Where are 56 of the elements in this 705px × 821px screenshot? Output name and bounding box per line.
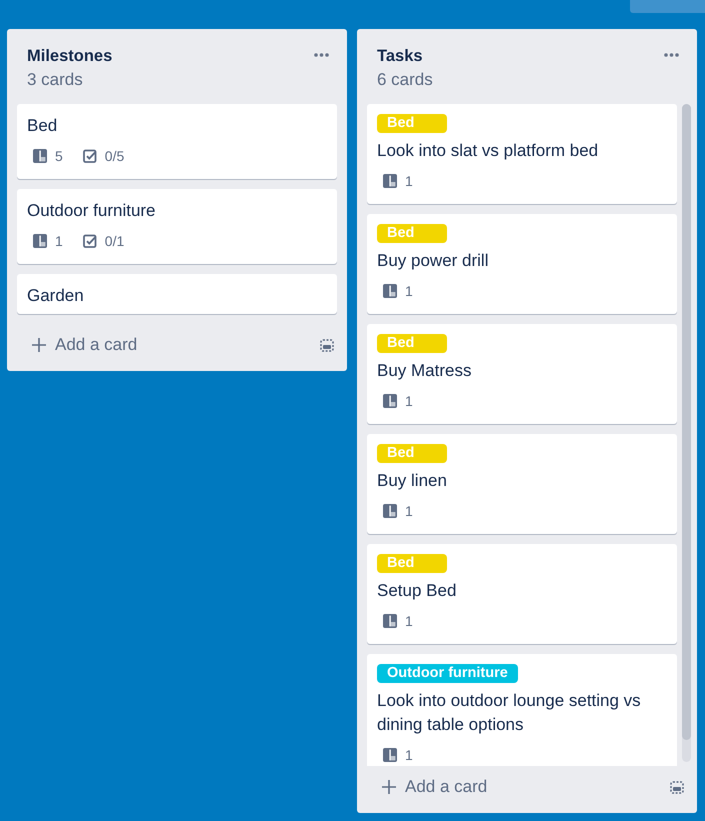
board-icon	[33, 234, 47, 248]
board-icon	[383, 614, 397, 628]
add-card-button[interactable]: Add a card	[367, 773, 496, 801]
card[interactable]: Garden	[17, 274, 337, 314]
board-icon	[383, 284, 397, 298]
board-icon	[383, 504, 397, 518]
add-card-button[interactable]: Add a card	[17, 331, 146, 359]
more-icon[interactable]	[314, 53, 329, 57]
checklist-icon	[82, 234, 97, 248]
card-title: Garden	[27, 285, 85, 307]
card-label: Bed	[377, 554, 447, 573]
card-title: Buy Matress	[377, 360, 472, 382]
board-icon	[383, 748, 397, 762]
board-icon	[383, 394, 397, 408]
list-title[interactable]: Milestones	[27, 46, 314, 66]
badge-count: 1	[405, 282, 413, 301]
card-label: Bed	[377, 224, 447, 243]
card-label: Outdoor furniture	[377, 664, 518, 683]
card-label: Bed	[377, 334, 447, 353]
more-icon[interactable]	[664, 53, 679, 57]
card-title: Buy linen	[377, 470, 448, 492]
badge-count: 1	[405, 746, 413, 765]
board-icon	[383, 174, 397, 188]
checklist-icon	[82, 149, 97, 163]
plus-icon	[382, 780, 396, 794]
card-title: Buy power drill	[377, 250, 490, 272]
card[interactable]: Outdoor furniture 1 0/1	[17, 189, 337, 264]
card-label: Bed	[377, 444, 447, 463]
plus-icon	[32, 338, 46, 352]
template-icon[interactable]	[670, 780, 684, 794]
card[interactable]: Bed Buy linen 1	[367, 434, 677, 534]
card-title: Bed	[27, 115, 58, 137]
card[interactable]: Bed Setup Bed 1	[367, 544, 677, 644]
badge-count: 1	[405, 612, 413, 631]
badge-count: 5	[55, 147, 63, 166]
template-icon[interactable]	[320, 338, 334, 352]
card[interactable]: Bed Look into slat vs platform bed 1	[367, 104, 677, 204]
card-count: 3 cards	[27, 70, 84, 90]
card[interactable]: Bed 5 0/5	[17, 104, 337, 179]
badge-count: 0/5	[104, 147, 124, 166]
badge-count: 1	[405, 392, 413, 411]
card-title: Setup Bed	[377, 580, 458, 602]
board-icon	[33, 149, 47, 163]
card[interactable]: Bed Buy Matress 1	[367, 324, 677, 424]
card-count: 6 cards	[377, 70, 434, 90]
card[interactable]: Outdoor furniture Look into outdoor lounge setting vs dining table options 1	[367, 654, 677, 766]
badge-count: 1	[405, 502, 413, 521]
card-title: Outdoor furniture	[27, 200, 157, 222]
card-label: Bed	[377, 114, 447, 133]
badge-count: 1	[405, 172, 413, 191]
card[interactable]: Bed Buy power drill 1	[367, 214, 677, 314]
card-title: Look into outdoor lounge setting vs dining table options	[377, 690, 642, 736]
list-title[interactable]: Tasks	[377, 46, 664, 66]
badge-count: 1	[55, 232, 63, 251]
badge-count: 0/1	[104, 232, 124, 251]
card-title: Look into slat vs platform bed	[377, 140, 600, 162]
